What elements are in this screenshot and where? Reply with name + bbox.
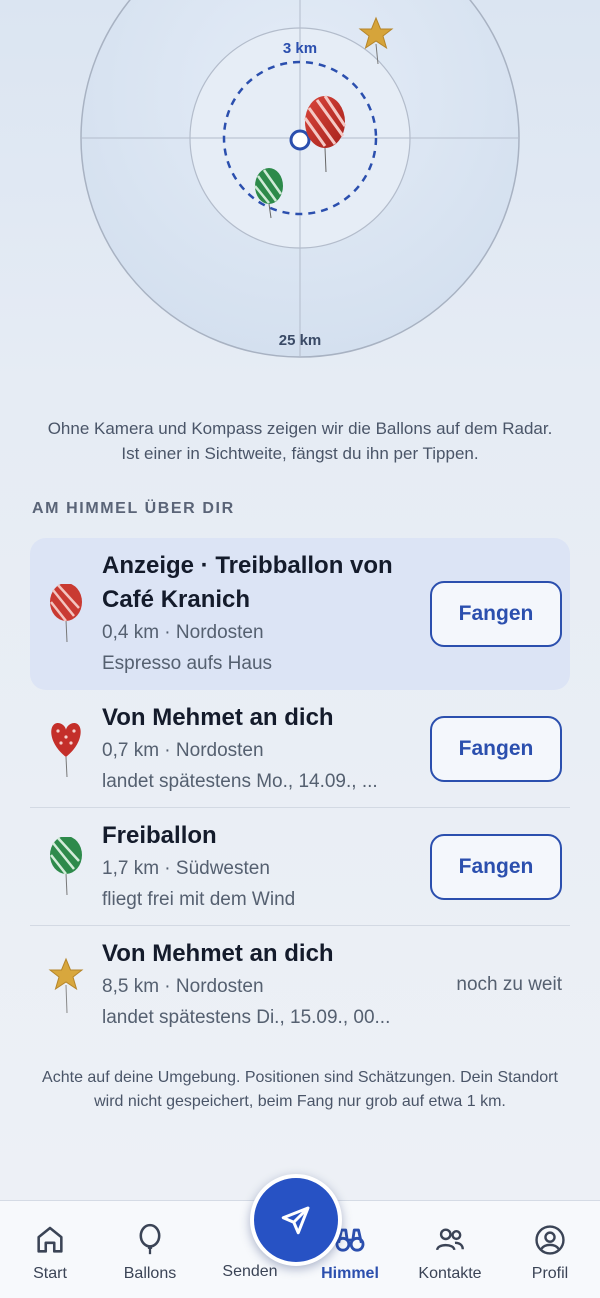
- balloon-subtitle: landet spätestens Mo., 14.09., ...: [102, 770, 378, 792]
- nav-profil[interactable]: Profil: [500, 1201, 600, 1298]
- section-title: AM HIMMEL ÜBER DIR: [32, 500, 235, 517]
- nav-kontakte[interactable]: Kontakte: [400, 1201, 500, 1298]
- balloon-row[interactable]: Von Mehmet an dich 8,5 km · Nordosten la…: [30, 926, 570, 1044]
- balloon-title: Anzeige · Treibballon von Café Kranich: [102, 552, 393, 613]
- catch-button[interactable]: Fangen: [430, 581, 562, 647]
- radar-inner-label: 3 km: [282, 40, 318, 57]
- nav-label: Ballons: [123, 1265, 177, 1282]
- nav-ballons[interactable]: Ballons: [100, 1201, 200, 1298]
- contacts-icon: [436, 1228, 464, 1251]
- send-icon: [281, 1206, 310, 1235]
- red-heart-balloon-icon: [30, 719, 102, 779]
- balloon-title: Freiballon: [102, 821, 217, 849]
- send-fab-button[interactable]: [250, 1174, 342, 1266]
- nav-label: Himmel: [321, 1265, 379, 1282]
- balloon-distance: 0,7 km · Nordosten: [102, 739, 264, 761]
- balloon-subtitle: landet spätestens Di., 15.09., 00...: [102, 1007, 391, 1028]
- catch-button[interactable]: Fangen: [430, 833, 562, 900]
- balloon-row-ad[interactable]: Anzeige · Treibballon von Café Kranich 0…: [30, 538, 570, 690]
- balloon-title: Von Mehmet an dich: [102, 703, 334, 731]
- nav-label: Start: [33, 1265, 67, 1282]
- nav-start[interactable]: Start: [0, 1201, 100, 1298]
- user-position-marker: [289, 129, 311, 151]
- nav-label: Senden: [222, 1263, 278, 1280]
- radar-graphic: [80, 0, 520, 358]
- nav-label: Profil: [531, 1265, 569, 1282]
- balloon-subtitle: Espresso aufs Haus: [102, 653, 273, 674]
- balloon-subtitle: fliegt frei mit dem Wind: [102, 888, 296, 910]
- radar-hint: Ohne Kamera und Kompass zeigen wir die B…: [47, 419, 553, 463]
- profile-icon: [535, 1225, 565, 1255]
- green-striped-balloon-icon: [30, 836, 102, 897]
- balloon-distance: 1,7 km · Südwesten: [102, 857, 270, 879]
- home-icon: [37, 1226, 63, 1253]
- balloon-list: Anzeige · Treibballon von Café Kranich 0…: [30, 538, 570, 1044]
- balloon-title: Von Mehmet an dich: [102, 940, 334, 967]
- red-striped-balloon-icon: [30, 584, 102, 644]
- radar-outer-label: 25 km: [278, 332, 322, 349]
- balloon-row[interactable]: Von Mehmet an dich 0,7 km · Nordosten la…: [30, 690, 570, 808]
- balloon-distance: 8,5 km · Nordosten: [102, 976, 264, 997]
- radar: 3 km 25 km: [0, 0, 600, 380]
- privacy-footnote: Achte auf deine Umgebung. Positionen sin…: [42, 1069, 558, 1110]
- nav-label: Kontakte: [418, 1265, 482, 1282]
- balloon-row[interactable]: Freiballon 1,7 km · Südwesten fliegt fre…: [30, 808, 570, 926]
- balloon-icon: [139, 1223, 161, 1255]
- catch-button[interactable]: Fangen: [430, 715, 562, 782]
- balloon-distance: 0,4 km · Nordosten: [102, 622, 264, 643]
- gold-star-balloon-icon: [30, 955, 102, 1015]
- out-of-range-status: noch zu weit: [456, 974, 562, 995]
